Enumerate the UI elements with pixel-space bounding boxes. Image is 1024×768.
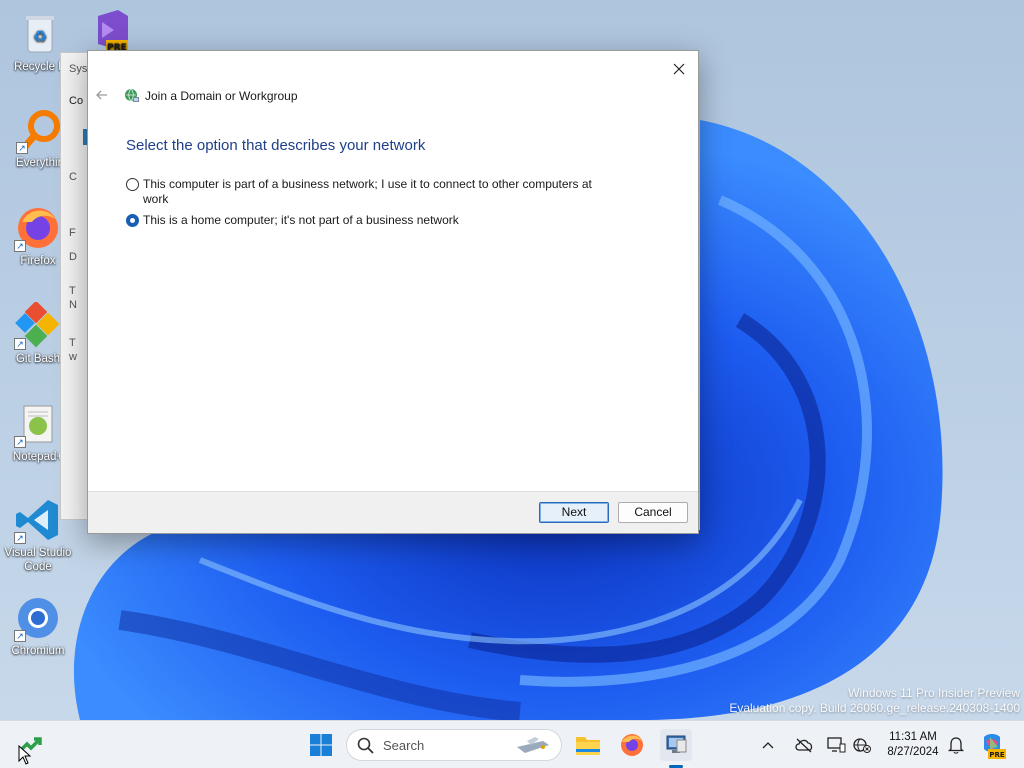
desktop-icon-chromium[interactable]: ↗ Chromium: [0, 594, 76, 658]
cancel-button[interactable]: Cancel: [618, 502, 688, 523]
text-fragment: C: [69, 171, 77, 183]
show-hidden-icons-button[interactable]: [756, 729, 780, 761]
pre-badge-text: PRE: [989, 751, 1005, 759]
network-globe-icon: [124, 88, 140, 104]
evaluation-watermark: Windows 11 Pro Insider Preview Evaluatio…: [729, 686, 1020, 716]
cloud-offline-icon: [795, 738, 813, 753]
monitor-icon: [827, 737, 846, 753]
desktop-icon-label: Everythin: [16, 157, 64, 169]
tab-computer-name[interactable]: Co: [69, 95, 83, 107]
radio-home-computer[interactable]: [126, 214, 139, 227]
start-button[interactable]: [305, 729, 337, 761]
everything-search-icon: ↗: [16, 106, 64, 154]
git-bash-icon: ↗: [14, 300, 62, 350]
shortcut-arrow-icon: ↗: [14, 532, 26, 544]
firefox-icon: ↗: [14, 204, 62, 252]
desktop-icon-label: Firefox: [20, 255, 56, 267]
clock-time: 11:31 AM: [889, 731, 937, 743]
text-fragment: T: [69, 337, 76, 349]
search-highlight-icon: [517, 737, 549, 753]
desktop-icon-label: Git Bash: [15, 353, 61, 365]
system-clock[interactable]: 11:31 AM 8/27/2024: [880, 730, 946, 760]
shortcut-arrow-icon: ↗: [14, 338, 26, 350]
taskbar-search[interactable]: Search: [346, 729, 562, 761]
back-button[interactable]: [94, 87, 110, 103]
recycle-bin-icon: ♻: [16, 10, 64, 58]
firefox-taskbar-button[interactable]: [616, 729, 648, 761]
system-properties-icon: [666, 735, 687, 753]
notifications-button[interactable]: [942, 729, 970, 761]
desktop-icon-label-line2: Code: [24, 561, 52, 573]
copilot-button[interactable]: PRE: [976, 729, 1008, 761]
chevron-up-icon: [762, 742, 774, 749]
mouse-cursor-icon: [18, 745, 32, 765]
text-fragment: w: [69, 351, 77, 363]
radio-business-network[interactable]: [126, 178, 139, 191]
text-fragment: T: [69, 285, 76, 297]
page-heading: Select the option that describes your ne…: [126, 137, 426, 154]
taskbar: Search 11:31 AM 8/27/2024 PRE: [0, 720, 1024, 768]
shortcut-arrow-icon: ↗: [16, 142, 28, 154]
search-placeholder: Search: [383, 738, 425, 753]
display-button[interactable]: [822, 729, 850, 761]
option-label: This is a home computer; it's not part o…: [143, 213, 459, 227]
close-button[interactable]: [666, 57, 692, 81]
close-icon: [673, 63, 685, 75]
bell-icon: [948, 737, 964, 754]
network-button[interactable]: [848, 729, 876, 761]
shortcut-arrow-icon: ↗: [14, 240, 26, 252]
desktop-icon-visual-studio-preview[interactable]: PRE: [78, 6, 138, 56]
desktop-icon-label: Notepad+: [12, 451, 64, 463]
option-label-line1: This computer is part of a business netw…: [143, 177, 592, 191]
network-status-icon: [853, 738, 871, 753]
folder-icon: [576, 737, 600, 755]
option-home-computer[interactable]: This is a home computer; it's not part o…: [126, 213, 459, 228]
watermark-line1: Windows 11 Pro Insider Preview: [848, 686, 1020, 700]
wizard-title: Join a Domain or Workgroup: [145, 89, 298, 103]
notepad-plus-plus-icon: ↗: [14, 400, 62, 448]
dialog-footer: Next Cancel: [88, 491, 698, 533]
vscode-icon: ↗: [14, 496, 62, 544]
windows-logo-icon: [310, 734, 332, 756]
text-fragment: N: [69, 299, 77, 311]
onedrive-button[interactable]: [790, 729, 818, 761]
firefox-icon: [621, 734, 643, 756]
visual-studio-preview-icon: PRE: [84, 6, 132, 54]
clock-date: 8/27/2024: [887, 746, 939, 758]
desktop-icon-label: Recycle B: [14, 61, 66, 73]
watermark-line2: Evaluation copy. Build 26080.ge_release.…: [729, 701, 1020, 715]
option-label-line2: work: [143, 192, 169, 206]
file-explorer-button[interactable]: [572, 729, 604, 761]
system-properties-taskbar-button[interactable]: [660, 729, 692, 761]
join-domain-dialog[interactable]: Join a Domain or Workgroup Select the op…: [87, 50, 699, 534]
search-icon: [357, 737, 374, 754]
option-business-network[interactable]: This computer is part of a business netw…: [126, 177, 592, 207]
window-title: Sys: [69, 63, 88, 75]
shortcut-arrow-icon: ↗: [14, 630, 26, 642]
back-arrow-icon: [96, 90, 107, 100]
option-label: This computer is part of a business netw…: [143, 177, 592, 207]
next-button[interactable]: Next: [539, 502, 609, 523]
svg-text:♻: ♻: [33, 27, 47, 46]
copilot-preview-icon: PRE: [984, 734, 1006, 759]
desktop-icon-label: Chromium: [11, 645, 65, 657]
text-fragment: F: [69, 227, 76, 239]
desktop-icon-label-line1: Visual Studio: [4, 547, 72, 559]
chromium-icon: ↗: [14, 594, 62, 642]
shortcut-arrow-icon: ↗: [14, 436, 26, 448]
text-fragment: D: [69, 251, 77, 263]
